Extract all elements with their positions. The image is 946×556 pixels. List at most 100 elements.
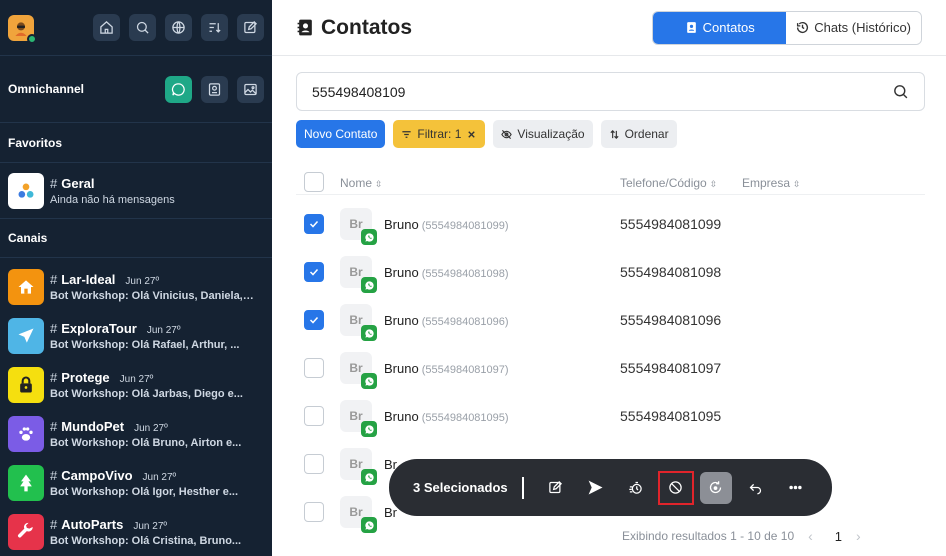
column-header-phone[interactable]: Telefone/Código ⇳: [620, 176, 717, 190]
channel-name: Protege: [61, 369, 110, 385]
channel-preview: Bot Workshop: Olá Bruno, Airton e...: [50, 436, 242, 449]
check-icon: [309, 220, 319, 228]
table-row[interactable]: Br Bruno (5554984081098) 5554984081098: [296, 248, 925, 296]
column-name-label: Nome: [340, 176, 373, 190]
new-contact-button[interactable]: Novo Contato: [296, 120, 386, 148]
whatsapp-icon: [361, 469, 377, 485]
undo-icon: [749, 483, 762, 495]
contact-avatar: Br: [340, 256, 377, 293]
block-icon: [669, 481, 682, 494]
directory-button[interactable]: [165, 14, 192, 41]
table-row[interactable]: Br Bruno (5554984081095) 5554984081095: [296, 392, 925, 440]
user-avatar[interactable]: [8, 14, 37, 44]
bulk-reassign-button[interactable]: [699, 471, 732, 504]
paw-icon: [8, 415, 44, 452]
contact-name[interactable]: Bruno (5554984081095): [384, 409, 509, 424]
channel-item-lar-ideal[interactable]: # Lar-Ideal Jun 27º Bot Workshop: Olá Vinic…: [0, 262, 272, 311]
contact-name-text: Bruno: [384, 216, 419, 232]
sort-button[interactable]: [201, 14, 228, 41]
table-row[interactable]: Br Bruno (5554984081097) 5554984081097: [296, 344, 925, 392]
check-icon: [309, 316, 319, 324]
channel-item-mundopet[interactable]: # MundoPet Jun 27º Bot Workshop: Olá Bruno,…: [0, 409, 272, 458]
contact-avatar: Br: [340, 400, 377, 437]
tab-chats-historico[interactable]: Chats (Histórico): [786, 11, 921, 44]
avatar-initials: Br: [349, 457, 363, 471]
row-checkbox[interactable]: [304, 262, 324, 282]
channel-geral-icon: [8, 172, 44, 209]
contact-avatar: Br: [340, 352, 377, 389]
omnichannel-section: Omnichannel: [0, 56, 272, 123]
contact-avatar: Br: [340, 304, 377, 341]
hash-icon: #: [50, 516, 58, 532]
row-checkbox[interactable]: [304, 358, 324, 378]
contact-name-text: Bruno: [384, 408, 419, 424]
create-new-button[interactable]: [237, 14, 264, 41]
hash-icon: #: [50, 271, 58, 287]
bulk-edit-button[interactable]: [536, 472, 576, 504]
column-phone-label: Telefone/Código: [620, 176, 707, 190]
media-button[interactable]: [237, 75, 264, 103]
channel-item-exploratour[interactable]: # ExploraTour Jun 27º Bot Workshop: Olá Raf…: [0, 311, 272, 360]
table-row[interactable]: Br Bruno (5554984081096) 5554984081096: [296, 296, 925, 344]
row-checkbox[interactable]: [304, 454, 324, 474]
column-header-company[interactable]: Empresa ⇳: [742, 176, 801, 190]
row-checkbox[interactable]: [304, 406, 324, 426]
row-checkbox[interactable]: [304, 502, 324, 522]
channel-date: Jun 27º: [133, 520, 168, 532]
channel-item-campovivo[interactable]: # CampoVivo Jun 27º Bot Workshop: Olá Igor,…: [0, 458, 272, 507]
eye-off-icon: [501, 129, 513, 139]
next-page-button[interactable]: ›: [856, 528, 861, 544]
sort-button[interactable]: Ordenar: [600, 120, 677, 148]
bulk-bot-button[interactable]: [616, 472, 656, 504]
view-label: Visualização: [517, 127, 585, 141]
image-icon: [244, 83, 257, 95]
page-number[interactable]: 1: [835, 529, 842, 544]
contact-name[interactable]: Bruno (5554984081097): [384, 361, 509, 376]
contact-name[interactable]: Bruno (5554984081099): [384, 217, 509, 232]
contact-name-text: Br: [384, 504, 397, 520]
select-all-checkbox[interactable]: [304, 172, 324, 192]
whatsapp-icon: [361, 325, 377, 341]
bulk-more-button[interactable]: [776, 472, 816, 504]
contact-name[interactable]: Bruno (5554984081098): [384, 265, 509, 280]
row-checkbox[interactable]: [304, 214, 324, 234]
page-title-text: Contatos: [321, 15, 412, 39]
timer-icon: [629, 481, 642, 494]
close-icon[interactable]: [466, 129, 477, 140]
selected-count: 3 Selecionados: [413, 480, 508, 495]
channel-preview: Bot Workshop: Olá Cristina, Bruno...: [50, 534, 242, 547]
contact-name-text: Bruno: [384, 264, 419, 280]
contact-name-text: Bruno: [384, 312, 419, 328]
view-button[interactable]: Visualização: [493, 120, 593, 148]
search-input[interactable]: [312, 83, 892, 100]
contact-phone: 5554984081097: [620, 360, 722, 376]
search-button[interactable]: [129, 14, 156, 41]
omnichannel-chat-button[interactable]: [165, 75, 192, 103]
table-row[interactable]: Br Bruno (5554984081099) 5554984081099: [296, 200, 925, 248]
search-icon[interactable]: [892, 83, 909, 100]
bulk-send-button[interactable]: [576, 472, 616, 504]
bulk-undo-button[interactable]: [736, 472, 776, 504]
contacts-button[interactable]: [201, 75, 228, 103]
prev-page-button[interactable]: ‹: [808, 528, 813, 544]
bulk-block-button[interactable]: [657, 470, 694, 505]
channel-item-autoparts[interactable]: # AutoParts Jun 27º Bot Workshop: Olá Crist…: [0, 507, 272, 556]
wrench-icon: [8, 513, 44, 550]
hash-icon: #: [50, 320, 58, 336]
home-button[interactable]: [93, 14, 120, 41]
favorite-item-geral[interactable]: # Geral Ainda não há mensagens: [0, 163, 272, 218]
filter-lines-icon: [402, 130, 412, 138]
column-header-name[interactable]: Nome ⇳: [340, 176, 383, 190]
whatsapp-icon: [361, 517, 377, 533]
home-icon: [100, 21, 113, 34]
contact-card-icon: [686, 22, 696, 33]
sort-toggle-icon: ⇳: [375, 179, 383, 189]
sort-toggle-icon: ⇳: [793, 179, 801, 189]
channel-item-protege[interactable]: # Protege Jun 27º Bot Workshop: Olá Jarbas,…: [0, 360, 272, 409]
contact-phone: 5554984081098: [620, 264, 722, 280]
row-checkbox[interactable]: [304, 310, 324, 330]
filter-button[interactable]: Filtrar: 1: [393, 120, 486, 148]
tab-contatos[interactable]: Contatos: [653, 11, 787, 44]
contact-name[interactable]: Bruno (5554984081096): [384, 313, 509, 328]
contact-name-text: Bruno: [384, 360, 419, 376]
